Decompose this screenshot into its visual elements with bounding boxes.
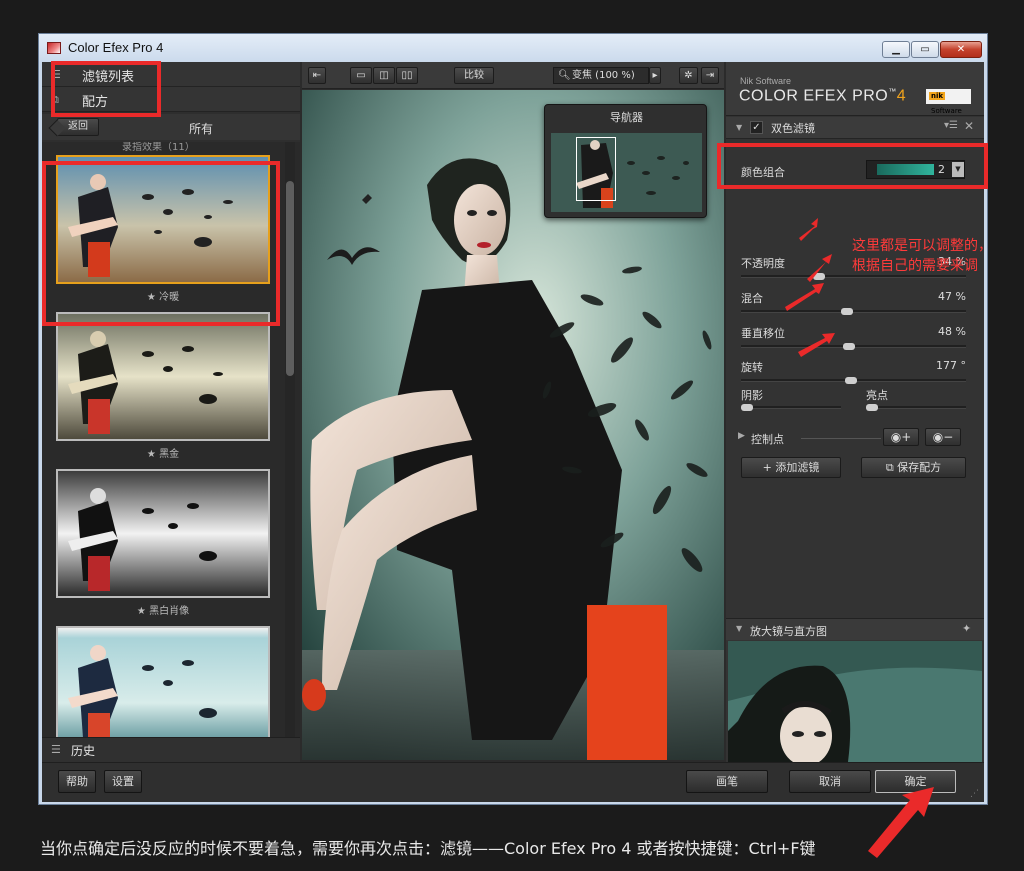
annotation-note: 这里都是可以调整的，根据自己的需要来调	[852, 238, 992, 274]
annotation-arrow	[799, 218, 818, 241]
annotation-arrow	[807, 254, 832, 282]
tutorial-caption: 当你点确定后没反应的时候不要着急，需要你再次点击：滤镜——Color Efex …	[40, 839, 816, 858]
annotation-arrows	[785, 218, 934, 858]
annotation-arrow-large	[868, 787, 934, 858]
annotation-arrow	[785, 283, 824, 311]
annotation-arrow	[798, 333, 835, 357]
